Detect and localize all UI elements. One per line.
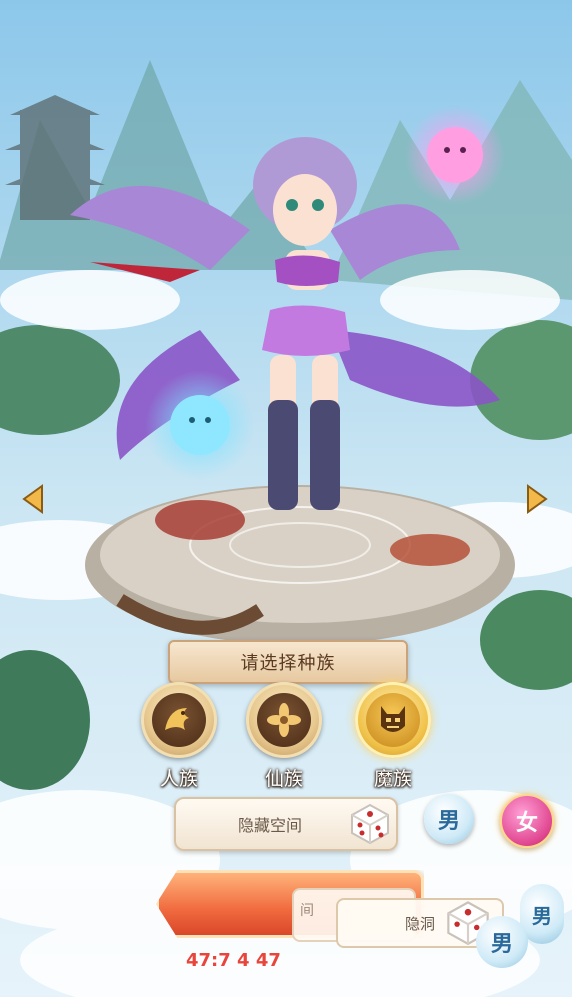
race-medallion	[141, 682, 217, 758]
race-select-title: 请选择种族	[240, 653, 336, 674]
character-name-input[interactable]	[188, 813, 352, 835]
race-option-immortal[interactable]: 仙族	[234, 682, 334, 791]
character-name-box	[174, 797, 398, 851]
overlay-male-label: 男	[490, 932, 513, 957]
previous-character-arrow[interactable]	[20, 484, 48, 514]
overlay-gender-male: 男	[476, 916, 528, 968]
race-select-banner: 请选择种族	[168, 640, 408, 684]
race-option-human[interactable]: 人族	[129, 682, 229, 791]
random-name-dice-button[interactable]	[348, 801, 392, 845]
race-medallion	[355, 682, 431, 758]
race-medallion	[246, 682, 322, 758]
lotus-icon	[257, 693, 311, 747]
dice-icon	[351, 803, 389, 845]
race-label: 人族	[159, 768, 198, 790]
race-option-demon[interactable]: 魔族	[343, 682, 443, 791]
race-label: 魔族	[373, 768, 412, 790]
chevron-left-icon	[22, 484, 43, 514]
gender-female-button[interactable]: 女	[500, 794, 554, 848]
gender-male-button[interactable]: 男	[424, 794, 474, 844]
overlay-name-text: 隐洞	[404, 914, 435, 933]
gender-female-label: 女	[515, 811, 538, 836]
overlay-right-label: 男	[532, 903, 552, 928]
chevron-right-icon	[527, 484, 548, 514]
race-label: 仙族	[264, 768, 303, 790]
overlay-text: 间	[300, 903, 314, 919]
next-character-arrow[interactable]	[522, 484, 550, 514]
bottom-counter-text: 47:7 4 47	[186, 950, 281, 971]
dragon-icon	[152, 693, 206, 747]
gender-male-label: 男	[437, 809, 460, 834]
demon-mask-icon	[366, 693, 420, 747]
